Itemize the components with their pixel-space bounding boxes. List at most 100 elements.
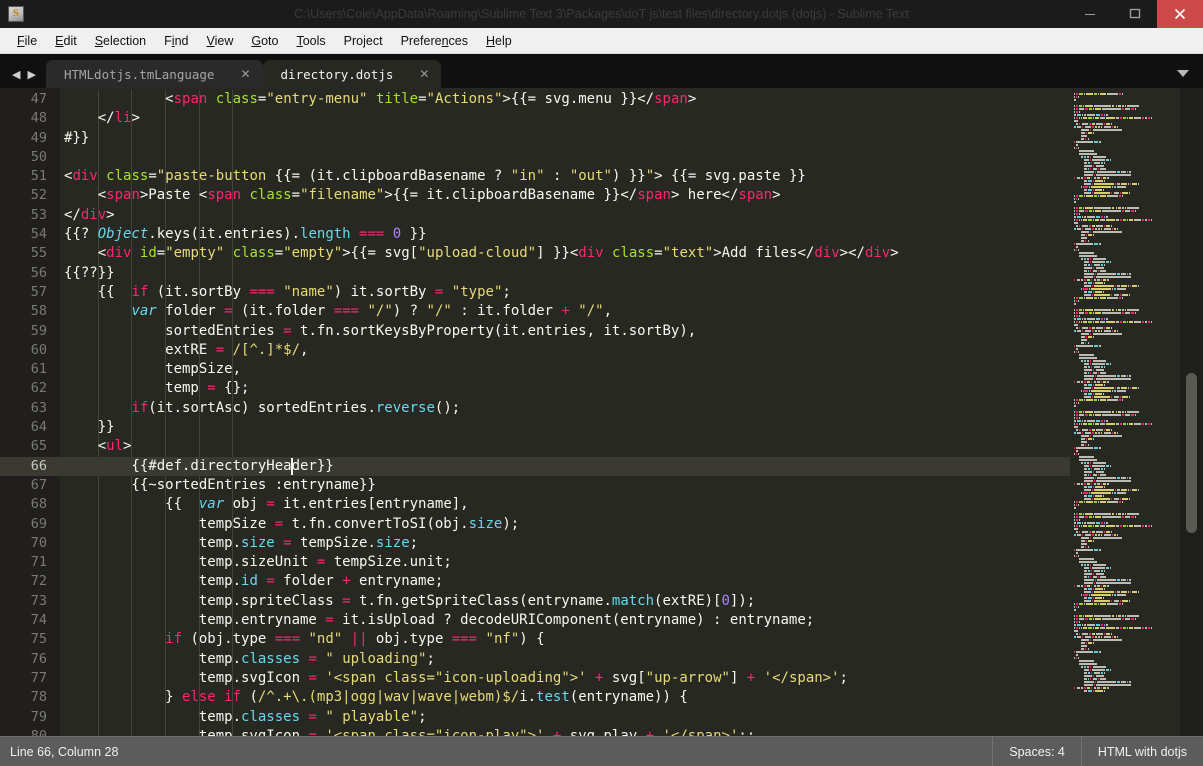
minimap-segment — [1121, 680, 1127, 683]
code-line[interactable]: {{? Object.keys(it.entries).length === 0… — [60, 225, 1203, 244]
code-line[interactable]: temp.svgIcon = '<span class="icon-play">… — [60, 727, 1203, 736]
chevron-down-icon[interactable] — [1177, 70, 1189, 77]
scrollbar-thumb[interactable] — [1186, 373, 1197, 533]
tab-prev-icon[interactable]: ◀ — [12, 69, 20, 80]
minimap-segment — [1093, 482, 1097, 485]
minimap-segment — [1074, 125, 1076, 128]
code-line[interactable]: tempSize = t.fn.convertToSI(obj.size); — [60, 515, 1203, 534]
tab-0[interactable]: HTMLdotjs.tmLanguage ✕ — [45, 60, 263, 88]
menu-item-selection[interactable]: Selection — [86, 31, 155, 51]
code-line[interactable]: if (obj.type === "nd" || obj.type === "n… — [60, 630, 1203, 649]
status-cell-1[interactable]: HTML with dotjs — [1080, 736, 1203, 766]
code-line[interactable]: {{~sortedEntries :entryname}} — [60, 476, 1203, 495]
code-line[interactable]: temp.svgIcon = '<span class="icon-upload… — [60, 669, 1203, 688]
tab-nav-arrows[interactable]: ◀ ▶ — [0, 69, 46, 88]
code-line[interactable]: <ul> — [60, 437, 1203, 456]
minimap-segment — [1085, 602, 1093, 605]
code-token: li — [114, 110, 132, 127]
code-line[interactable]: <span class="entry-menu" title="Actions"… — [60, 90, 1203, 109]
tab-close-icon[interactable]: ✕ — [419, 67, 429, 81]
tab-next-icon[interactable]: ▶ — [27, 69, 35, 80]
code-token: var — [131, 303, 157, 320]
minimap-segment — [1091, 161, 1093, 164]
code-line[interactable]: temp.size = tempSize.size; — [60, 534, 1203, 553]
menu-item-view[interactable]: View — [197, 31, 242, 51]
code-line[interactable]: <span>Paste <span class="filename">{{= i… — [60, 186, 1203, 205]
menu-item-find[interactable]: Find — [155, 31, 197, 51]
tab-close-icon[interactable]: ✕ — [240, 67, 250, 81]
minimap-segment — [1084, 512, 1093, 515]
minimap-segment — [1076, 320, 1078, 323]
editor-area[interactable]: 47 48 49 50 51 52 53 54 55 56 57 58 59 60 61 62 63 64 65 66… — [0, 88, 1203, 736]
code-token: type — [232, 631, 267, 648]
code-line[interactable]: {{ if (it.sortBy === "name") it.sortBy =… — [60, 283, 1203, 302]
code-line[interactable]: tempSize, — [60, 360, 1203, 379]
code-line[interactable]: #}} — [60, 129, 1203, 148]
code-line[interactable]: </li> — [60, 109, 1203, 128]
minimap-segment — [1092, 524, 1094, 527]
code-line[interactable]: temp.classes = " playable"; — [60, 708, 1203, 727]
code-line[interactable]: {{??}} — [60, 264, 1203, 283]
minimap-segment — [1085, 617, 1088, 620]
minimap-segment — [1083, 164, 1092, 167]
minimap-segment — [1100, 398, 1106, 401]
minimap-segment — [1078, 614, 1082, 617]
minimap-segment — [1088, 116, 1092, 119]
code-line[interactable]: sortedEntries = t.fn.sortKeysByProperty(… — [60, 322, 1203, 341]
code-line[interactable] — [60, 148, 1203, 167]
tab-1[interactable]: directory.dotjs ✕ — [262, 60, 442, 88]
minimap-segment — [1096, 215, 1100, 218]
code-line[interactable]: {{#def.directoryHeader}} — [60, 456, 1203, 476]
minimap-segment — [1093, 380, 1097, 383]
menu-item-file[interactable]: File — [8, 31, 46, 51]
minimap-segment — [1117, 272, 1121, 275]
minimap-segment — [1096, 632, 1104, 635]
code-line[interactable]: if(it.sortAsc) sortedEntries.reverse(); — [60, 399, 1203, 418]
code-line[interactable]: extRE = /[^.]*$/, — [60, 341, 1203, 360]
menu-item-goto[interactable]: Goto — [242, 31, 287, 51]
menu-item-help[interactable]: Help — [477, 31, 521, 51]
minimap-segment — [1076, 554, 1078, 557]
code-line[interactable]: temp = {}; — [60, 379, 1203, 398]
minimap-segment — [1083, 269, 1087, 272]
minimap-segment — [1085, 515, 1088, 518]
code-token: === — [274, 631, 301, 648]
minimap[interactable] — [1070, 88, 1180, 736]
minimap-segment — [1076, 653, 1078, 656]
minimap-segment — [1074, 521, 1076, 524]
vertical-scrollbar[interactable] — [1180, 88, 1203, 736]
code-line[interactable]: temp.id = folder + entryname; — [60, 572, 1203, 591]
code-line[interactable]: }} — [60, 418, 1203, 437]
menu-item-preferences[interactable]: Preferences — [392, 31, 477, 51]
close-icon[interactable] — [1157, 0, 1203, 28]
code-line[interactable]: <div id="empty" class="empty">{{= svg["u… — [60, 244, 1203, 263]
minimap-segment — [1120, 116, 1123, 119]
code-line[interactable]: {{ var obj = it.entries[entryname], — [60, 495, 1203, 514]
menu-item-edit[interactable]: Edit — [46, 31, 86, 51]
minimap-segment — [1111, 227, 1113, 230]
code-content[interactable]: <span class="entry-menu" title="Actions"… — [60, 88, 1203, 736]
minimap-segment — [1092, 368, 1094, 371]
code-line[interactable]: <div class="paste-button {{= (it.clipboa… — [60, 167, 1203, 186]
status-cell-0[interactable]: Spaces: 4 — [992, 736, 1081, 766]
minimap-segment — [1076, 512, 1078, 515]
maximize-icon[interactable] — [1112, 0, 1157, 28]
menu-item-tools[interactable]: Tools — [287, 31, 334, 51]
minimize-icon[interactable] — [1067, 0, 1112, 28]
minimap-segment — [1092, 107, 1094, 110]
minimap-segment — [1148, 116, 1150, 119]
code-line[interactable]: temp.entryname = it.isUpload ? decodeURI… — [60, 611, 1203, 630]
code-line[interactable]: } else if (/^.+\.(mp3|ogg|wav|wave|webm)… — [60, 688, 1203, 707]
code-line[interactable]: </div> — [60, 206, 1203, 225]
menu-item-project[interactable]: Project — [335, 31, 392, 51]
minimap-segment — [1085, 539, 1087, 542]
code-line[interactable]: temp.spriteClass = t.fn.getSpriteClass(e… — [60, 592, 1203, 611]
code-line[interactable]: temp.classes = " uploading"; — [60, 650, 1203, 669]
minimap-segment — [1100, 125, 1103, 128]
minimap-segment — [1091, 635, 1094, 638]
minimap-segment — [1093, 548, 1099, 551]
code-token: classes — [241, 650, 301, 667]
code-line[interactable]: temp.sizeUnit = tempSize.unit; — [60, 553, 1203, 572]
code-line[interactable]: var folder = (it.folder === "/") ? "/" :… — [60, 302, 1203, 321]
